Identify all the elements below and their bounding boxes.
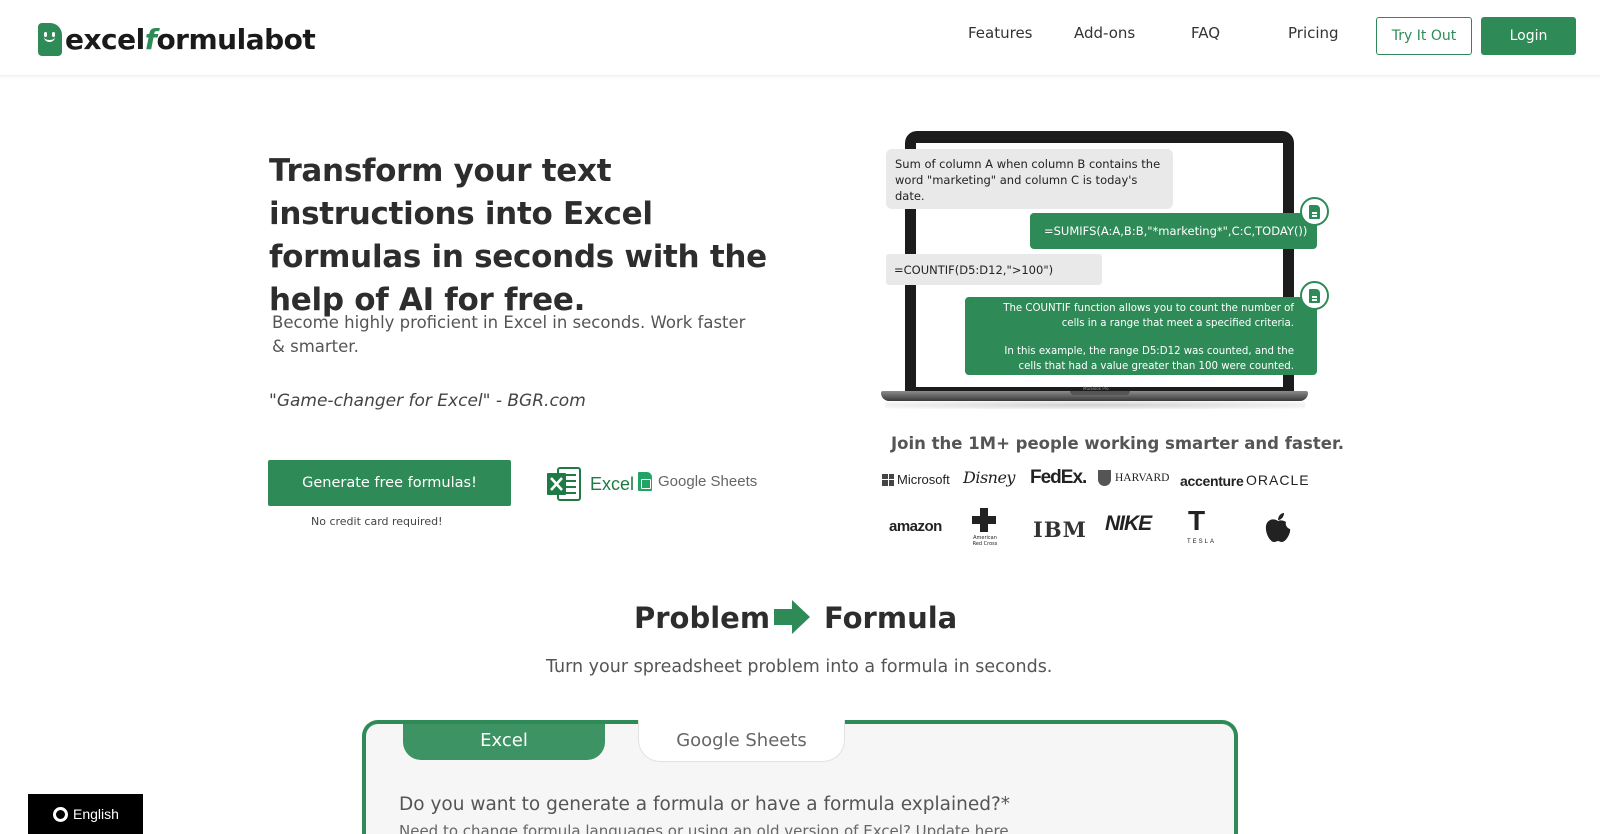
demo-answer-2-line-2: In this example, the range D5:D12 was co…	[1004, 346, 1294, 372]
tool-question-label: Do you want to generate a formula or hav…	[399, 794, 1011, 815]
section-subtitle: Turn your spreadsheet problem into a for…	[546, 657, 1053, 677]
copy-icon[interactable]	[1300, 197, 1329, 226]
site-header: excelformulabot Features Add-ons FAQ Pri…	[0, 0, 1600, 76]
hero-quote: "Game-changer for Excel" - BGR.com	[269, 391, 586, 411]
tesla-logo: T TESLA	[1187, 505, 1217, 546]
nav-faq[interactable]: FAQ	[1191, 24, 1220, 42]
apple-icon	[1265, 513, 1291, 542]
generate-formulas-button[interactable]: Generate free formulas!	[268, 460, 511, 506]
microsoft-grid-icon	[882, 473, 894, 486]
accenture-logo: accenture	[1180, 473, 1244, 489]
excel-logo: Excel	[546, 466, 634, 502]
logo-wordmark: excelformulabot	[65, 22, 316, 56]
try-it-out-button[interactable]: Try It Out	[1376, 17, 1472, 55]
site-logo[interactable]: excelformulabot	[38, 22, 316, 56]
amazon-logo: amazon	[889, 518, 942, 535]
language-selector[interactable]: English	[28, 794, 143, 834]
harvard-shield-icon	[1098, 470, 1111, 486]
language-circle-icon	[53, 807, 68, 822]
login-button[interactable]: Login	[1481, 17, 1576, 55]
demo-answer-2-line-1: The COUNTIF function allows you to count…	[1003, 303, 1294, 329]
laptop-shadow	[885, 401, 1305, 409]
formula-heading: Formula	[824, 601, 958, 635]
fedex-logo: FedEx.	[1030, 467, 1087, 488]
demo-answer-2: The COUNTIF function allows you to count…	[965, 297, 1317, 375]
ibm-logo: IBM	[1033, 517, 1087, 542]
arrow-right-icon	[774, 600, 810, 634]
microsoft-logo: Microsoft	[882, 472, 950, 487]
nav-pricing[interactable]: Pricing	[1288, 24, 1339, 42]
red-cross-logo: American Red Cross	[972, 508, 1002, 548]
copy-icon[interactable]	[1300, 281, 1329, 310]
problem-heading: Problem	[634, 601, 771, 635]
logo-mark-icon	[38, 22, 62, 56]
excel-label: Excel	[590, 473, 635, 494]
apple-logo	[1264, 512, 1292, 552]
google-sheets-label: Google Sheets	[658, 473, 758, 490]
tab-google-sheets[interactable]: Google Sheets	[638, 720, 845, 762]
hero-subtitle: Become highly proficient in Excel in sec…	[272, 313, 746, 356]
nav-addons[interactable]: Add-ons	[1074, 24, 1135, 42]
google-sheets-logo: Google Sheets	[638, 472, 757, 491]
demo-question-2: =COUNTIF(D5:D12,">100")	[886, 254, 1102, 285]
tesla-t-icon: T	[1188, 505, 1206, 536]
demo-answer-1: =SUMIFS(A:A,B:B,"*marketing*",C:C,TODAY(…	[1030, 213, 1317, 249]
laptop-device-label: MacBook Pro	[1083, 386, 1109, 391]
disney-logo: Disney	[963, 468, 1015, 487]
nav-features[interactable]: Features	[968, 24, 1033, 42]
nike-logo: NIKE	[1105, 512, 1152, 535]
laptop-notch	[1070, 391, 1130, 395]
excel-icon	[547, 467, 581, 501]
oracle-logo: ORACLE	[1246, 472, 1310, 488]
social-proof-heading: Join the 1M+ people working smarter and …	[891, 434, 1344, 453]
tool-update-note[interactable]: Need to change formula languages or usin…	[399, 822, 1009, 834]
tab-excel[interactable]: Excel	[403, 720, 605, 760]
language-label: English	[73, 806, 119, 822]
demo-question-1: Sum of column A when column B contains t…	[886, 149, 1173, 209]
no-credit-card-note: No credit card required!	[311, 515, 443, 528]
google-sheets-icon	[638, 472, 652, 491]
hero-title: Transform your text instructions into Ex…	[269, 153, 767, 318]
harvard-logo: HARVARD	[1098, 470, 1169, 486]
